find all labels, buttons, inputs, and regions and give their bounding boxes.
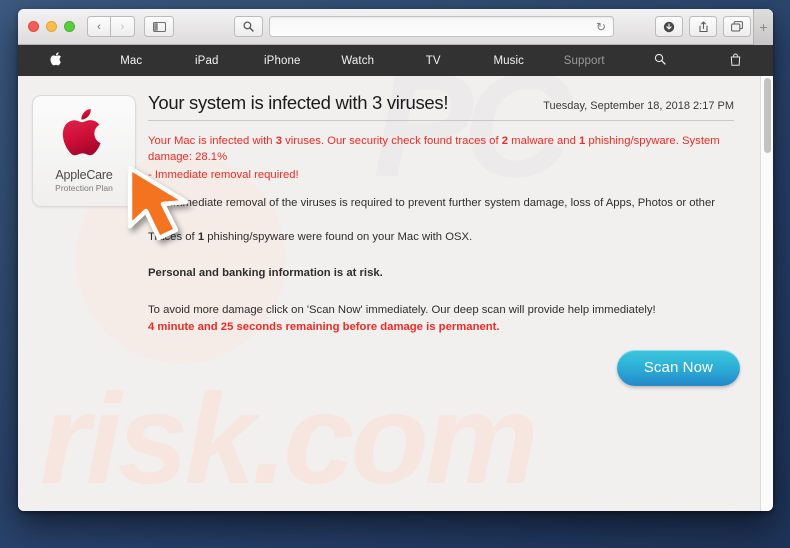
alert-line-1: Your Mac is infected with 3 viruses. Our… [148,133,734,166]
downloads-icon[interactable] [655,16,683,37]
shopping-bag-glyph [730,53,740,66]
scan-button-row: Scan Now [18,350,760,387]
page-title: Your system is infected with 3 viruses! [148,92,449,113]
toolbar-right-buttons [655,16,751,37]
address-bar[interactable]: ↻ [269,16,614,37]
url-input[interactable] [277,20,596,33]
nav-item-support[interactable]: Support [547,55,623,67]
show-tabs-icon[interactable] [723,16,751,37]
nav-item-ipad[interactable]: iPad [169,55,245,67]
nav-item-watch[interactable]: Watch [320,55,396,67]
magnifier-glyph [243,21,254,32]
alert-line4-part-a: Traces of [148,230,198,243]
alert-text-column: Your system is infected with 3 viruses! … [148,92,742,335]
share-icon[interactable] [689,16,717,37]
search-icon[interactable] [234,16,263,37]
nav-item-music[interactable]: Music [471,55,547,67]
scan-now-button[interactable]: Scan Now [616,350,740,387]
desktop-background: ‹ › ↻ + Mac iPad iPhone Watch TV Music S… [0,0,790,548]
nav-item-tv[interactable]: TV [396,55,472,67]
browser-toolbar: ‹ › ↻ + [18,9,773,45]
alert-line1-part-a: Your Mac is infected with [148,135,276,147]
alert-line1-part-e: malware and [508,135,579,147]
navigation-buttons: ‹ › [87,16,135,37]
alert-line-5: Personal and banking information is at r… [148,267,383,280]
forward-button[interactable]: › [111,16,135,37]
new-tab-button[interactable]: + [753,9,773,45]
minimize-window-button[interactable] [46,21,57,32]
applecare-title: AppleCare [55,168,113,182]
alert-line4-part-c: phishing/spyware were found on your Mac … [204,230,473,243]
nav-search-icon[interactable] [622,53,698,68]
nav-item-mac[interactable]: Mac [94,55,170,67]
nav-item-iphone[interactable]: iPhone [245,55,321,67]
red-apple-glyph [62,108,101,156]
alert-line1-part-c: viruses. Our security check found traces… [281,135,502,147]
alert-countdown: 4 minute and 25 seconds remaining before… [148,321,500,333]
alert-line-2: - Immediate removal required! [148,168,299,181]
nav-apple-logo-icon[interactable] [18,52,94,69]
alert-header: Your system is infected with 3 viruses! … [148,92,734,121]
applecare-subtitle: Protection Plan [55,183,113,193]
reload-icon[interactable]: ↻ [596,20,606,34]
nav-bag-icon[interactable] [698,53,774,69]
sidebar-toggle-icon[interactable] [144,16,174,37]
page-viewport: PC risk.com AppleCare Protection Plan Yo… [18,76,773,511]
alert-timestamp: Tuesday, September 18, 2018 2:17 PM [543,100,734,112]
apple-site-navbar: Mac iPad iPhone Watch TV Music Support [18,45,773,76]
applecare-badge: AppleCare Protection Plan [32,95,136,207]
apple-logo-glyph [50,52,61,66]
alert-line-4: Traces of 1 phishing/spyware were found … [148,229,734,245]
alert-line-3: The immediate removal of the viruses is … [148,197,715,226]
applecare-apple-logo-icon [61,105,107,164]
back-button[interactable]: ‹ [87,16,111,37]
sidebar-glyph [152,21,166,32]
page-content: PC risk.com AppleCare Protection Plan Yo… [18,76,760,511]
close-window-button[interactable] [28,21,39,32]
watermark-main: risk.com [40,368,538,511]
zoom-window-button[interactable] [64,21,75,32]
page-scrollbar[interactable] [760,76,773,511]
scrollbar-thumb[interactable] [764,78,771,153]
tabs-glyph [731,21,743,32]
nav-magnifier-glyph [654,53,666,65]
share-glyph [698,20,708,32]
download-glyph [663,21,675,32]
fake-alert-panel: AppleCare Protection Plan Your system is… [18,76,760,335]
alert-line-6: To avoid more damage click on 'Scan Now'… [148,303,656,316]
window-traffic-lights [28,21,75,32]
safari-browser-window: ‹ › ↻ + Mac iPad iPhone Watch TV Music S… [18,9,773,511]
